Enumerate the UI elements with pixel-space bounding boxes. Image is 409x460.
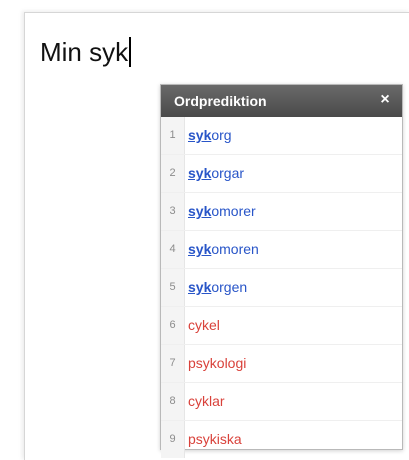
prediction-item[interactable]: 9 psykiska [161, 421, 402, 458]
text-caret [129, 37, 132, 67]
prediction-item[interactable]: 2 sykorgar [161, 155, 402, 193]
prediction-suffix: omorer [211, 203, 256, 219]
prediction-item[interactable]: 1 sykorg [161, 117, 402, 155]
prediction-word[interactable]: sykorgen [188, 269, 247, 306]
prediction-prefix: syk [188, 241, 212, 257]
prediction-suffix: orgen [211, 279, 248, 295]
prediction-suffix: cyklar [188, 393, 225, 409]
prediction-word[interactable]: psykiska [188, 421, 242, 458]
prediction-item[interactable]: 4 sykomoren [161, 231, 402, 269]
prediction-number: 8 [161, 383, 185, 420]
prediction-list: 1 sykorg 2 sykorgar 3 sykomorer 4 sykomoren 5 syk… [161, 117, 402, 458]
prediction-word[interactable]: cykel [188, 307, 220, 344]
prediction-word[interactable]: sykomoren [188, 231, 259, 268]
prediction-prefix: syk [188, 127, 212, 143]
prediction-number: 5 [161, 269, 185, 306]
close-icon[interactable]: × [377, 91, 393, 109]
prediction-word[interactable]: sykorgar [188, 155, 244, 192]
editor-text[interactable]: Min syk [40, 34, 132, 70]
prediction-word[interactable]: sykorg [188, 117, 232, 154]
prediction-number: 1 [161, 117, 185, 154]
prediction-item[interactable]: 7 psykologi [161, 345, 402, 383]
prediction-number: 3 [161, 193, 185, 230]
prediction-word[interactable]: psykologi [188, 345, 246, 382]
prediction-prefix: syk [188, 165, 212, 181]
prediction-word[interactable]: cyklar [188, 383, 225, 420]
prediction-item[interactable]: 3 sykomorer [161, 193, 402, 231]
prediction-item[interactable]: 5 sykorgen [161, 269, 402, 307]
prediction-number: 9 [161, 421, 185, 458]
popup-header: Ordprediktion × [161, 85, 402, 117]
prediction-item[interactable]: 6 cykel [161, 307, 402, 345]
prediction-suffix: omoren [211, 241, 259, 257]
editor-typed-text: Min syk [40, 37, 129, 67]
prediction-suffix: org [211, 127, 232, 143]
prediction-item[interactable]: 8 cyklar [161, 383, 402, 421]
prediction-suffix: psykiska [188, 431, 242, 447]
popup-title: Ordprediktion [174, 93, 267, 109]
prediction-number: 7 [161, 345, 185, 382]
prediction-number: 4 [161, 231, 185, 268]
prediction-suffix: psykologi [188, 355, 247, 371]
prediction-prefix: syk [188, 203, 212, 219]
prediction-suffix: cykel [188, 317, 220, 333]
word-prediction-popup: Ordprediktion × 1 sykorg 2 sykorgar 3 sykomor… [160, 84, 403, 458]
prediction-number: 6 [161, 307, 185, 344]
page: Min syk Ordprediktion × 1 sykorg 2 sykorgar… [0, 0, 409, 460]
prediction-suffix: orgar [211, 165, 245, 181]
prediction-word[interactable]: sykomorer [188, 193, 256, 230]
prediction-number: 2 [161, 155, 185, 192]
prediction-prefix: syk [188, 279, 212, 295]
